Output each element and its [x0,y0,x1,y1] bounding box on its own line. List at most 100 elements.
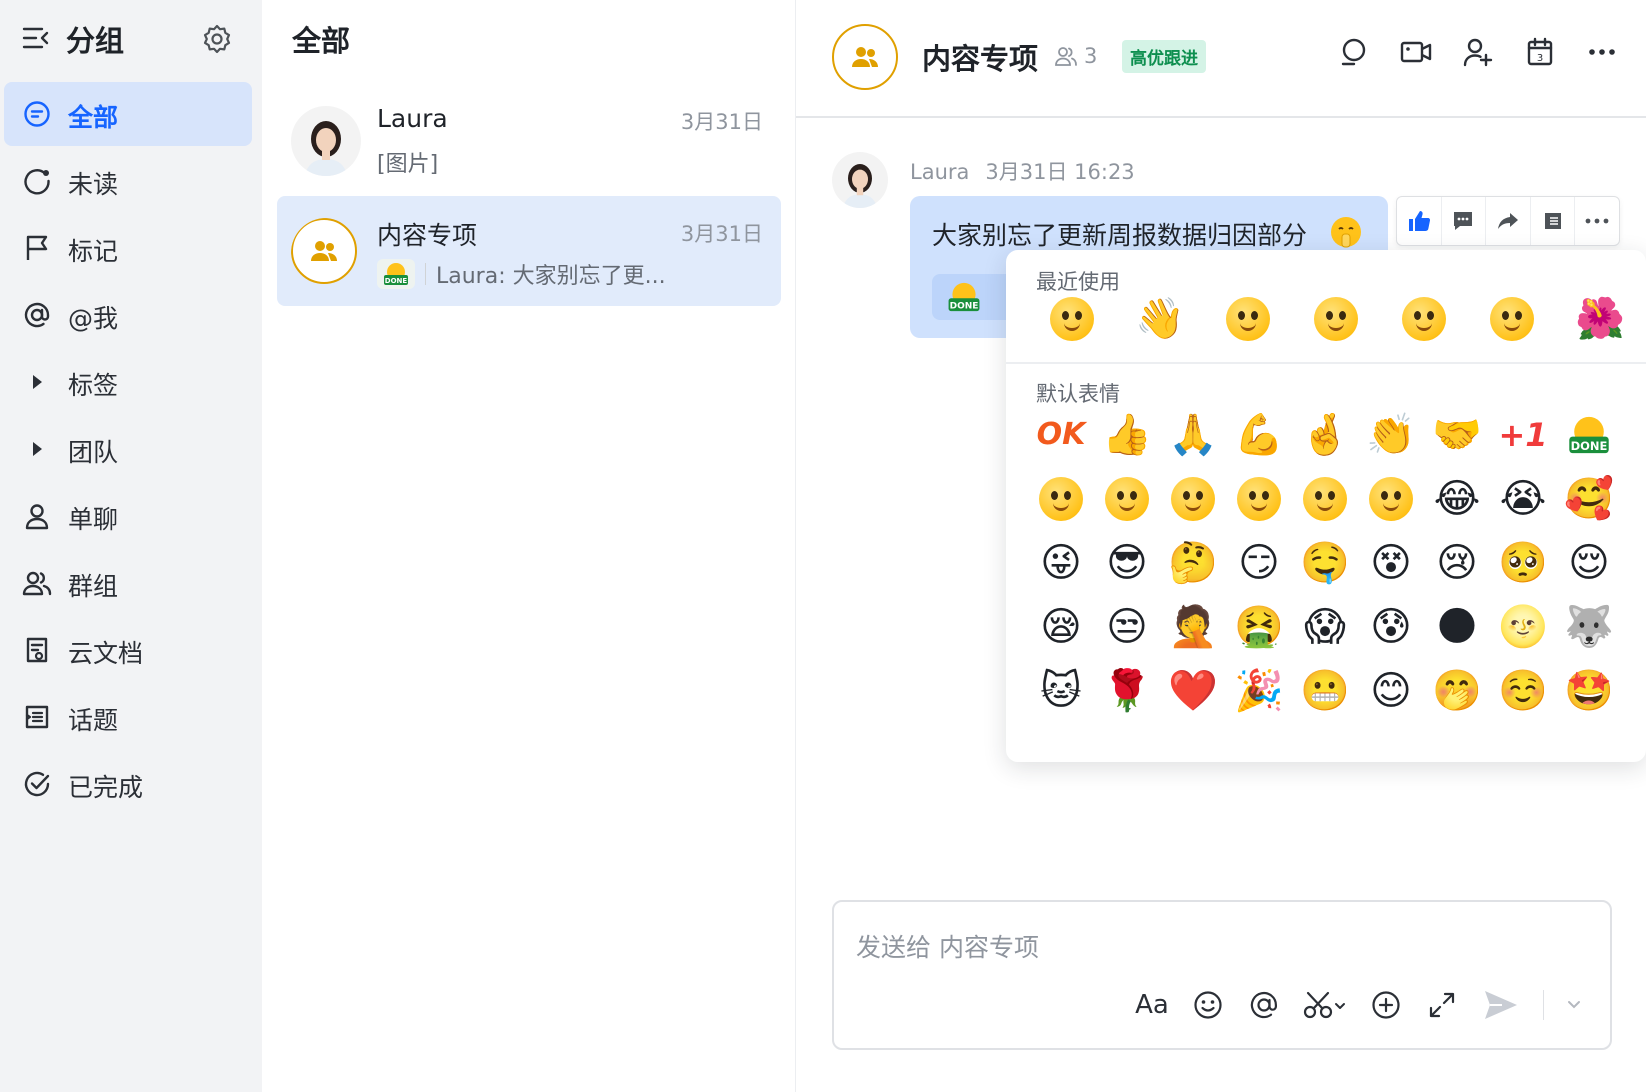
reply-icon[interactable] [1442,197,1487,245]
sidebar-item-all[interactable]: 全部 [4,82,252,146]
big-grin-icon[interactable] [1226,470,1292,528]
heart-icon[interactable]: ❤️ [1160,662,1226,720]
screenshot-icon[interactable] [1303,988,1347,1022]
starry-eyes-icon[interactable] [1468,290,1556,348]
shush-face-icon[interactable] [1204,290,1292,348]
amazed-icon[interactable]: 🤩 [1556,662,1622,720]
plus-one-icon[interactable]: +1 [1490,406,1556,464]
grin-icon[interactable] [1160,470,1226,528]
chevron-down-icon[interactable] [1566,988,1582,1022]
sidebar-item-teams[interactable]: 团队 [4,417,252,481]
shocked-black-icon[interactable]: 😱 [1292,598,1358,656]
sidebar-item-flagged[interactable]: 标记 [4,216,252,280]
calendar-icon[interactable]: 3 [1524,36,1556,68]
sleepy-icon[interactable]: 😪 [1028,598,1094,656]
collapse-sidebar-icon[interactable] [22,26,50,50]
chat-title[interactable]: 内容专项 [922,36,1038,78]
cat-face-icon[interactable]: 🐱 [1028,662,1094,720]
sidebar-item-mentions[interactable]: @我 [4,283,252,347]
flower-hand-icon[interactable]: 🌺 [1556,290,1644,348]
sidebar-item-label: 团队 [68,438,119,467]
laugh-icon[interactable] [1292,470,1358,528]
send-icon[interactable] [1481,988,1521,1022]
mention-icon[interactable] [1247,988,1281,1022]
sunglasses-icon[interactable]: 😎 [1094,534,1160,592]
priority-tag[interactable]: 高优跟进 [1122,40,1206,73]
sob-laugh-icon[interactable]: 😭 [1490,470,1556,528]
fist-bump-icon[interactable]: 🤝 [1424,406,1490,464]
topic-reply-icon[interactable] [1531,197,1576,245]
more-icon[interactable] [1586,36,1618,68]
thumbs-up-icon[interactable]: 👍 [1094,406,1160,464]
salute-face-icon[interactable] [1380,290,1468,348]
video-call-icon[interactable] [1400,36,1432,68]
anxious-sweat-icon[interactable]: 😰 [1358,598,1424,656]
svg-text:3: 3 [1537,53,1543,64]
finger-heart-icon[interactable]: 🤞 [1292,406,1358,464]
person-icon [22,501,52,531]
forward-icon[interactable] [1486,197,1531,245]
sidebar-item-direct[interactable]: 单聊 [4,484,252,548]
blush-icon[interactable] [1094,470,1160,528]
pleading-icon[interactable]: 🥺 [1490,534,1556,592]
done-icon[interactable]: DONE [1556,406,1622,464]
smug-icon[interactable]: 😏 [1226,534,1292,592]
clap-icon[interactable]: 👏 [1358,406,1424,464]
member-count[interactable]: 3 [1054,44,1097,68]
sidebar-item-groups[interactable]: 群组 [4,551,252,615]
divider [425,263,426,285]
smile-icon[interactable] [1028,470,1094,528]
avatar[interactable] [832,152,888,208]
gear-icon[interactable] [200,22,234,56]
vomit-icon[interactable]: 🤮 [1226,598,1292,656]
sidebar-item-done[interactable]: 已完成 [4,752,252,816]
sidebar-item-labels[interactable]: 标签 [4,350,252,414]
search-icon[interactable] [1338,36,1370,68]
more-icon[interactable] [1575,197,1619,245]
wave-hand-icon[interactable]: 👋 [1116,290,1204,348]
dark-face-icon[interactable]: 🌑 [1424,598,1490,656]
moon-face-icon[interactable]: 🌝 [1490,598,1556,656]
tongue-wink-icon[interactable]: 😜 [1028,534,1094,592]
expand-icon[interactable] [1425,988,1459,1022]
content-smile-icon[interactable]: ☺️ [1490,662,1556,720]
smirk-icon[interactable] [1358,470,1424,528]
sidebar-item-unread[interactable]: 未读 [4,149,252,213]
conversation-item[interactable]: 内容专项 3月31日 DONE Laura: 大家别忘了更... [277,196,781,306]
shy-icon[interactable]: 😊 [1358,662,1424,720]
hand-over-mouth-icon[interactable]: 🤭 [1424,662,1490,720]
pray-hands-icon[interactable]: 🙏 [1160,406,1226,464]
sidebar-item-topics[interactable]: 话题 [4,685,252,749]
heart-hug-icon[interactable]: 🥰 [1556,470,1622,528]
joy-icon[interactable]: 😂 [1424,470,1490,528]
emoji-icon[interactable] [1191,988,1225,1022]
conversation-item[interactable]: Laura 3月31日 [图片] [277,84,781,194]
chat-group-avatar[interactable] [832,24,898,90]
teeth-grin-icon[interactable]: 😬 [1292,662,1358,720]
at-icon [22,300,52,330]
message-sender[interactable]: Laura [910,160,969,184]
text-format-icon[interactable]: Aa [1135,988,1169,1022]
muscle-icon[interactable]: 💪 [1226,406,1292,464]
drool-icon[interactable]: 🤤 [1292,534,1358,592]
ok-text-icon[interactable]: OK [1028,406,1094,464]
thinking-icon[interactable]: 🤔 [1160,534,1226,592]
kiss-face-icon[interactable] [1292,290,1380,348]
party-popper-icon[interactable]: 🎉 [1226,662,1292,720]
plus-circle-icon[interactable] [1369,988,1403,1022]
sidebar-item-label: 已完成 [68,773,144,802]
add-member-icon[interactable] [1462,36,1494,68]
sidebar-item-label: 标签 [68,371,119,400]
rose-icon[interactable]: 🌹 [1094,662,1160,720]
thumbs-up-icon[interactable] [1397,197,1442,245]
cool-icon[interactable]: 😌 [1556,534,1622,592]
facepalm-icon[interactable]: 🤦 [1160,598,1226,656]
dizzy-face-icon[interactable]: 😵 [1358,534,1424,592]
message-composer[interactable]: 发送给 内容专项 Aa [832,900,1612,1050]
hug-face-icon[interactable] [1028,290,1116,348]
husky-icon[interactable]: 🐺 [1556,598,1622,656]
crying-icon[interactable]: 😢 [1424,534,1490,592]
unamused-icon[interactable]: 😒 [1094,598,1160,656]
divider [1006,362,1646,364]
sidebar-item-docs[interactable]: 云文档 [4,618,252,682]
